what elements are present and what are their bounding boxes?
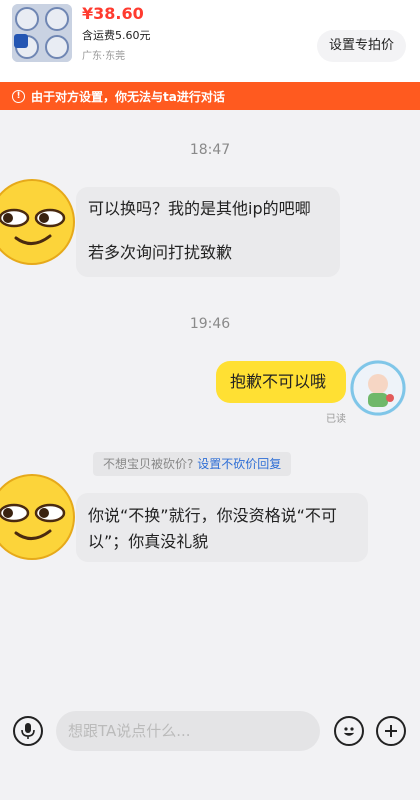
read-status: 已读: [326, 414, 346, 425]
message-input[interactable]: [56, 711, 320, 751]
warning-icon: !: [12, 89, 25, 103]
bargain-tip: 不想宝贝被砍价? 设置不砍价回复: [93, 452, 292, 476]
message-text: 以”；你真没礼貌: [88, 532, 209, 551]
incoming-message[interactable]: 可以换吗？我的是其他ip的吧唧 若多次询问打扰致歉: [76, 187, 340, 277]
contact-avatar[interactable]: [0, 473, 76, 561]
message-text: 可以换吗？我的是其他ip的吧唧: [88, 199, 311, 218]
contact-avatar[interactable]: [0, 178, 76, 266]
plus-icon[interactable]: [376, 716, 406, 746]
message-text: 若多次询问打扰致歉: [88, 243, 233, 262]
tip-text: 不想宝贝被砍价?: [103, 457, 194, 471]
blocked-notice-banner: ! 由于对方设置，你无法与ta进行对话: [0, 82, 420, 110]
product-header: ¥38.60 含运费5.60元 广东·东莞 设置专拍价: [0, 0, 420, 82]
product-thumbnail[interactable]: [12, 4, 72, 62]
set-special-price-button[interactable]: 设置专拍价: [316, 30, 406, 62]
product-price: ¥38.60: [82, 4, 144, 23]
notice-text: 由于对方设置，你无法与ta进行对话: [31, 89, 225, 104]
timestamp: 18:47: [189, 142, 231, 158]
incoming-message[interactable]: 你说“不换”就行，你没资格说“不可 以”；你真没礼貌: [76, 493, 368, 562]
microphone-icon[interactable]: [13, 716, 43, 746]
product-location: 广东·东莞: [82, 51, 126, 62]
message-text: 你说“不换”就行，你没资格说“不可: [88, 506, 337, 525]
no-bargain-reply-link[interactable]: 设置不砍价回复: [197, 457, 281, 471]
timestamp: 19:46: [189, 316, 231, 332]
shipping-fee: 含运费5.60元: [82, 29, 151, 42]
user-avatar[interactable]: [350, 360, 406, 416]
emoji-icon[interactable]: [334, 716, 364, 746]
message-text: 抱歉不可以哦: [230, 372, 327, 391]
outgoing-message[interactable]: 抱歉不可以哦: [216, 361, 346, 403]
